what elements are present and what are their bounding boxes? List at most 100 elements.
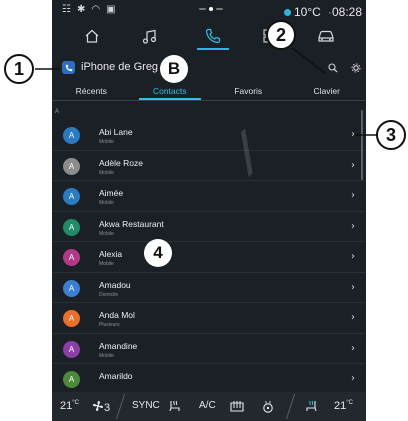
contact-number-type: Mobile [99,261,114,267]
music-icon [142,29,157,44]
contact-number-type: Mobile [99,200,114,206]
contact-number-type: Mobile [99,230,114,237]
callout-4: 4 [144,239,172,267]
phone-icon [205,28,221,44]
chevron-right-icon[interactable]: › [351,282,355,293]
outside-temperature: 10°C · [284,5,332,19]
fan-speed[interactable]: 3 [92,400,110,414]
contact-number-type: Mobile [99,169,114,176]
contact-name: Akwa Restaurant [99,218,164,229]
contact-number-type: Mobile [99,352,114,359]
weather-dot-icon [284,8,291,16]
contact-name: Abi Lane [99,127,133,137]
chevron-right-icon[interactable]: › [351,251,355,262]
temperature-value: 10°C [294,5,321,19]
contact-name: Amarildo [99,371,133,381]
contact-avatar: A [63,340,80,358]
contact-avatar: A [63,157,80,175]
right-temperature[interactable]: 21°C [334,400,353,412]
gear-icon[interactable] [351,63,361,73]
tab-contacts[interactable]: Contacts [131,82,210,100]
climate-bar: 21°C 3 SYNC A/C 21°C [52,392,366,421]
fan-icon [92,400,104,412]
nav-music[interactable] [130,22,170,50]
clock: 08:28 [332,5,363,19]
contact-row[interactable]: A Anda Mol Plusieurs › [52,303,366,334]
contact-row[interactable]: A Amandine Mobile › [52,334,366,364]
seat-heat-right-button[interactable] [304,400,318,415]
callout-3: 3 [376,120,406,150]
chevron-right-icon[interactable]: › [351,129,355,140]
contact-avatar: A [63,371,80,388]
bluetooth-icon: ✱ [76,4,86,15]
contact-row[interactable]: A Akwa Restaurant Mobile › [52,212,366,242]
tab-favoris[interactable]: Favoris [209,82,288,100]
callout-b: B [160,55,188,83]
callout-2: 2 [266,20,296,50]
contact-row[interactable]: A Amarildo › [52,364,366,395]
nav-phone[interactable] [193,22,233,50]
contact-name: Anda Mol [99,310,135,320]
contact-name: Amandine [99,340,138,351]
contact-avatar: A [63,310,80,327]
chevron-right-icon[interactable]: › [351,190,355,201]
phone-device-name[interactable]: iPhone de Greg [81,61,158,73]
contact-avatar: A [63,188,80,205]
section-letter: A [55,109,60,115]
contact-avatar: A [63,218,80,236]
connected-phone-row: iPhone de Greg [52,52,366,82]
contact-avatar: A [63,127,80,144]
status-bar: ☷ ✱ ◠ ▣ 10°C · 08:28 [52,0,366,22]
contact-name: Amadou [99,279,131,290]
chevron-right-icon[interactable]: › [351,373,355,384]
contact-row[interactable]: A Alexia Mobile › [52,242,366,273]
contact-row[interactable]: A Adèle Roze Mobile › [52,151,366,181]
contact-row[interactable]: A Aimée Mobile › [52,181,366,212]
data-icon: ▣ [106,4,116,15]
chevron-right-icon[interactable]: › [351,160,355,171]
rear-defrost-icon [230,401,244,412]
seat-heat-left-button[interactable] [168,400,181,415]
contact-name: Adèle Roze [99,157,143,168]
left-temperature[interactable]: 21°C [60,400,79,412]
phone-tabs: Récents Contacts Favoris Clavier [52,82,366,100]
tab-clavier[interactable]: Clavier [288,82,367,100]
contact-name: Aimée [99,188,124,198]
search-icon[interactable] [328,63,338,73]
contact-avatar: A [63,249,80,266]
chevron-right-icon[interactable]: › [351,312,355,323]
contact-number-type: Plusieurs [99,322,120,328]
infotainment-screen: ☷ ✱ ◠ ▣ 10°C · 08:28 iPhone de Greg Réce… [52,0,366,421]
steering-heat-button[interactable] [262,400,274,416]
page-indicator [199,7,223,11]
climate-separator-right [285,394,296,419]
wifi-icon: ◠ [91,4,101,15]
contact-row[interactable]: A Amadou Domicile › [52,273,366,303]
sim-icon: ☷ [62,4,71,15]
connected-phone-icon[interactable] [62,61,75,74]
climate-separator [115,394,126,419]
home-icon [85,29,99,43]
tabs-divider [52,100,366,101]
contact-number-type: Domicile [99,291,119,298]
rear-defrost-button[interactable] [230,400,244,415]
tab-recents[interactable]: Récents [52,82,131,100]
main-nav [52,22,366,50]
chevron-right-icon[interactable]: › [351,343,355,354]
seat-heat-icon [169,400,180,412]
contact-avatar: A [63,279,80,297]
contact-number-type: Mobile [99,139,114,145]
scrollbar[interactable] [361,110,363,180]
nav-home[interactable] [72,22,112,50]
nav-car[interactable] [306,22,346,50]
callout-1: 1 [4,54,34,84]
ac-button[interactable]: A/C [199,400,216,411]
contact-name: Alexia [99,249,123,259]
car-icon [318,30,334,42]
sync-button[interactable]: SYNC [132,400,160,411]
seat-heat-right-icon [306,400,317,412]
contact-row[interactable]: A Abi Lane Mobile › [52,120,366,151]
steering-wheel-heat-icon [263,400,273,413]
chevron-right-icon[interactable]: › [351,221,355,232]
contact-list: A Abi Lane Mobile › A Adèle Roze Mobile › A Aimée… [52,120,366,395]
